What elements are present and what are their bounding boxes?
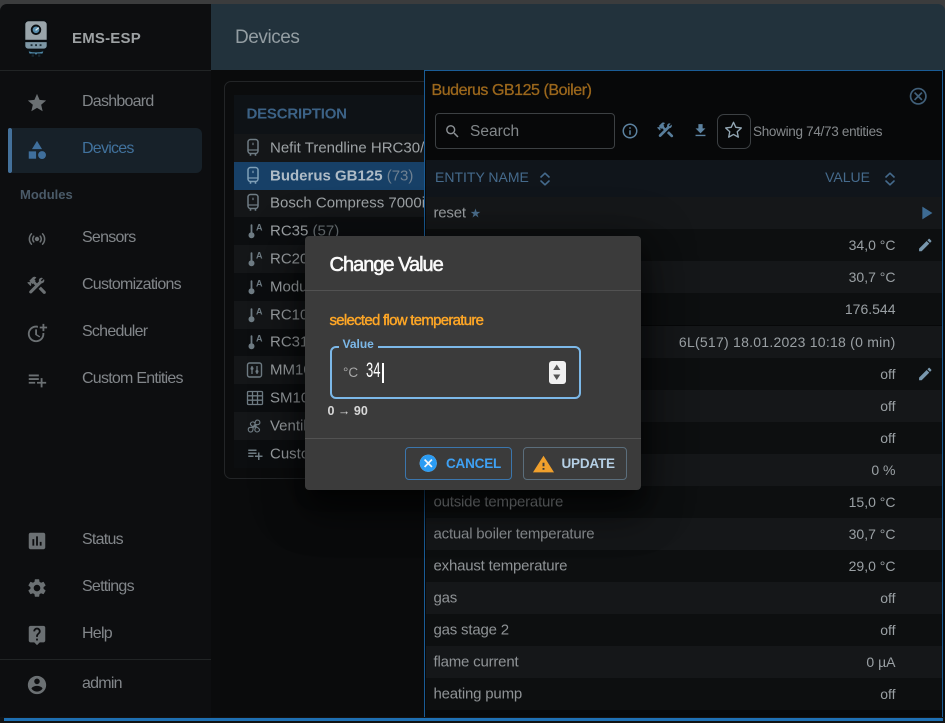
svg-text:A: A xyxy=(256,306,263,316)
svg-text:A: A xyxy=(256,334,263,344)
svg-text:A: A xyxy=(256,278,263,288)
svg-text:A: A xyxy=(256,251,263,261)
svg-text:A: A xyxy=(256,223,263,233)
